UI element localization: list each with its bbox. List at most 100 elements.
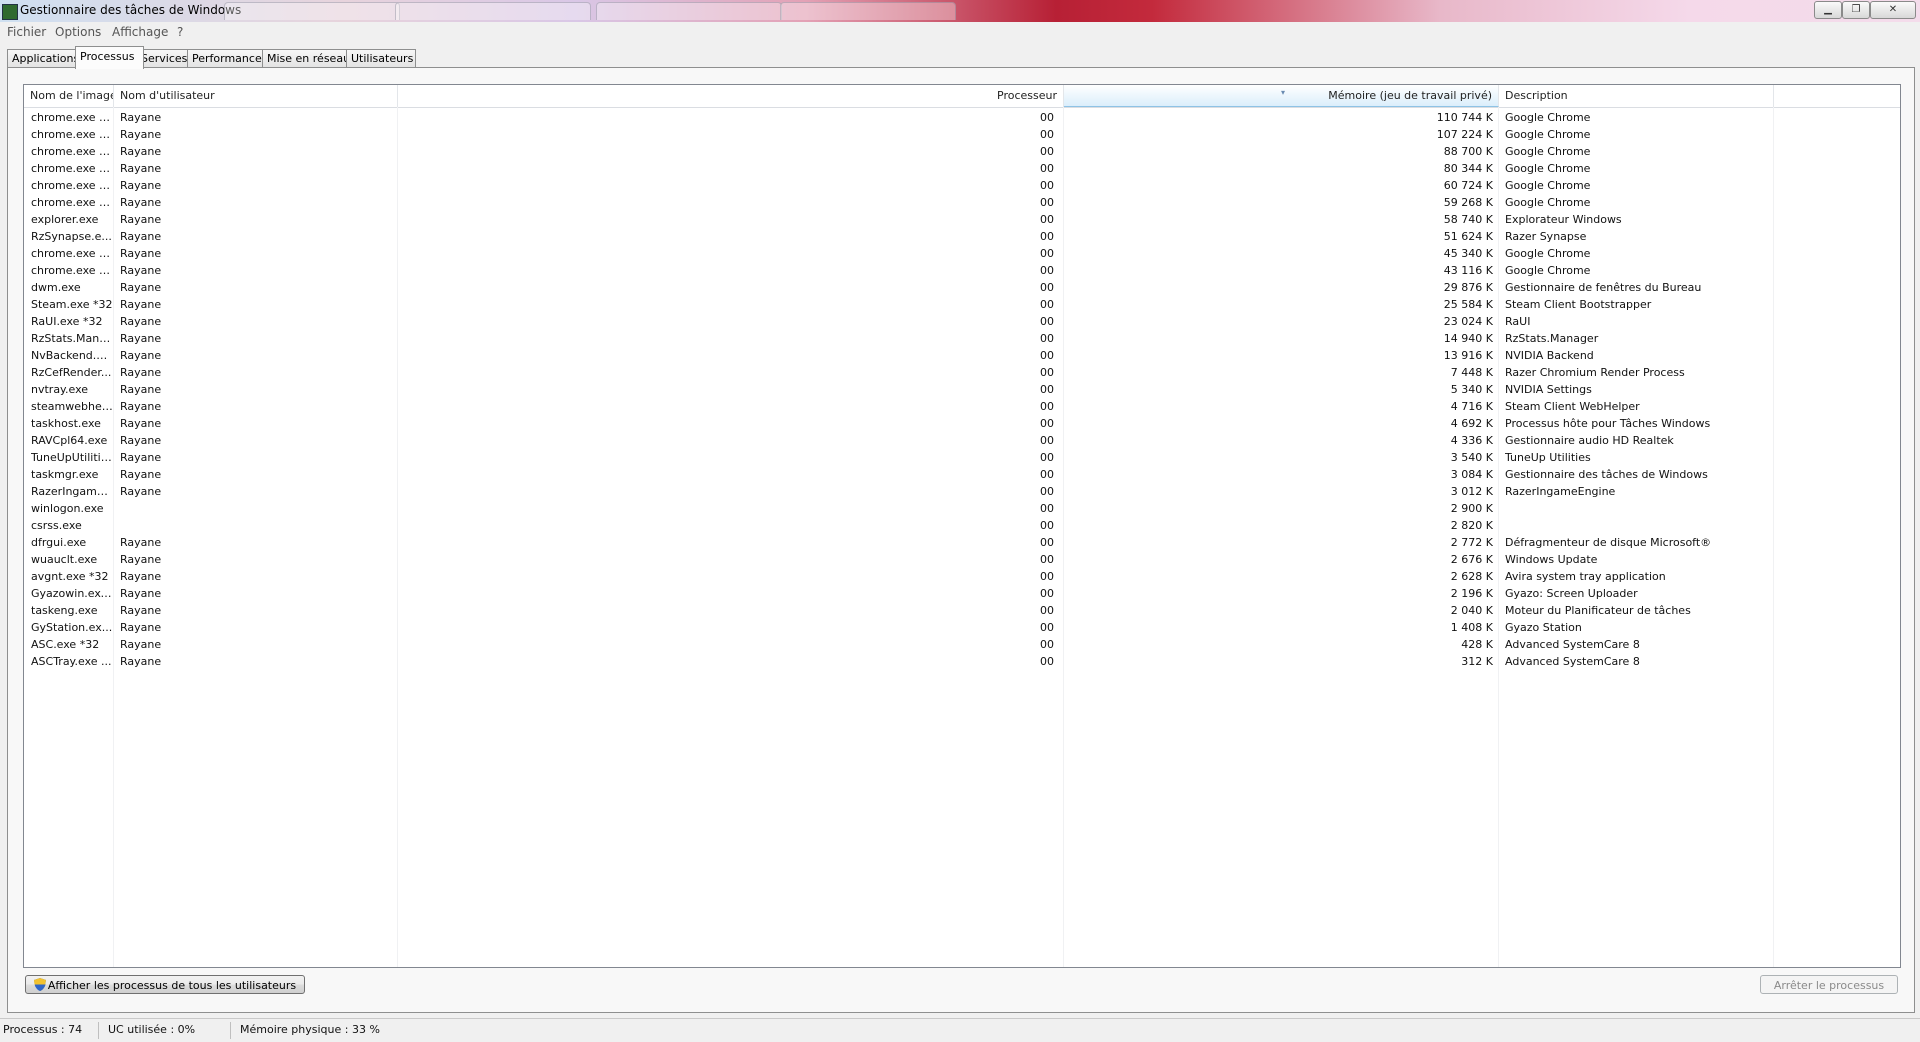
tab-utilisateurs[interactable]: Utilisateurs bbox=[346, 49, 416, 68]
process-user-name: Rayane bbox=[120, 298, 162, 311]
table-row[interactable]: Gyazowin.exe... Rayane 00 2 196 K Gyazo: Scr… bbox=[24, 585, 1900, 602]
table-row[interactable]: RzStats.Mana... Rayane 00 14 940 K RzStats.M… bbox=[24, 330, 1900, 347]
process-description: Google Chrome bbox=[1505, 247, 1591, 260]
tab-processus[interactable]: Processus bbox=[75, 46, 144, 69]
process-user-name: Rayane bbox=[120, 553, 162, 566]
table-row[interactable]: RAVCpl64.exe Rayane 00 4 336 K Gestionnaire … bbox=[24, 432, 1900, 449]
tab-performance[interactable]: Performance bbox=[187, 49, 268, 68]
table-row[interactable]: chrome.exe *32 Rayane 00 43 116 K Google Chr… bbox=[24, 262, 1900, 279]
process-image-name: RazerIngame... bbox=[31, 485, 113, 498]
title-bar[interactable]: Gestionnaire des tâches de Windows ▁ ❐ ✕ bbox=[0, 0, 1920, 22]
column-header-user-name[interactable]: Nom d'utilisateur bbox=[114, 85, 398, 107]
table-row[interactable]: chrome.exe *32 Rayane 00 45 340 K Google Chr… bbox=[24, 245, 1900, 262]
process-image-name: dwm.exe bbox=[31, 281, 81, 294]
process-cpu: 00 bbox=[1040, 655, 1054, 668]
menu-affichage[interactable]: Affichage bbox=[112, 25, 168, 39]
process-memory: 428 K bbox=[1461, 638, 1493, 651]
table-row[interactable]: taskhost.exe Rayane 00 4 692 K Processus hôt… bbox=[24, 415, 1900, 432]
tab-services[interactable]: Services bbox=[136, 49, 192, 68]
process-description: RaUI bbox=[1505, 315, 1531, 328]
table-row[interactable]: explorer.exe Rayane 00 58 740 K Explorateur … bbox=[24, 211, 1900, 228]
table-row[interactable]: chrome.exe *32 Rayane 00 60 724 K Google Chr… bbox=[24, 177, 1900, 194]
column-header-cpu[interactable]: Processeur bbox=[398, 85, 1064, 107]
column-header-description[interactable]: Description bbox=[1499, 85, 1774, 107]
status-bar: Processus : 74 UC utilisée : 0% Mémoire … bbox=[0, 1018, 1920, 1042]
process-image-name: taskmgr.exe bbox=[31, 468, 99, 481]
table-row[interactable]: dwm.exe Rayane 00 29 876 K Gestionnaire de f… bbox=[24, 279, 1900, 296]
table-row[interactable]: nvtray.exe Rayane 00 5 340 K NVIDIA Settings bbox=[24, 381, 1900, 398]
background-window-tab bbox=[224, 2, 400, 20]
process-description: Gyazo Station bbox=[1505, 621, 1582, 634]
process-cpu: 00 bbox=[1040, 434, 1054, 447]
close-button[interactable]: ✕ bbox=[1870, 1, 1916, 19]
process-image-name: chrome.exe *32 bbox=[31, 111, 113, 124]
table-row[interactable]: steamwebhel... Rayane 00 4 716 K Steam Clien… bbox=[24, 398, 1900, 415]
process-memory: 2 820 K bbox=[1450, 519, 1493, 532]
process-memory: 2 772 K bbox=[1450, 536, 1493, 549]
window-title: Gestionnaire des tâches de Windows bbox=[20, 3, 242, 17]
table-row[interactable]: csrss.exe 00 2 820 K bbox=[24, 517, 1900, 534]
process-image-name: chrome.exe *32 bbox=[31, 162, 113, 175]
process-cpu: 00 bbox=[1040, 383, 1054, 396]
process-image-name: RzCefRender... bbox=[31, 366, 112, 379]
table-row[interactable]: chrome.exe *32 Rayane 00 88 700 K Google Chr… bbox=[24, 143, 1900, 160]
process-image-name: ASCTray.exe ... bbox=[31, 655, 112, 668]
process-description: Moteur du Planificateur de tâches bbox=[1505, 604, 1691, 617]
process-description: Gestionnaire des tâches de Windows bbox=[1505, 468, 1708, 481]
process-memory: 58 740 K bbox=[1443, 213, 1493, 226]
process-cpu: 00 bbox=[1040, 230, 1054, 243]
process-cpu: 00 bbox=[1040, 570, 1054, 583]
table-row[interactable]: RaUI.exe *32 Rayane 00 23 024 K RaUI bbox=[24, 313, 1900, 330]
column-header-memory[interactable]: ▾ Mémoire (jeu de travail privé) bbox=[1064, 85, 1499, 107]
table-row[interactable]: avgnt.exe *32 Rayane 00 2 628 K Avira system… bbox=[24, 568, 1900, 585]
table-row[interactable]: GyStation.ex... Rayane 00 1 408 K Gyazo Stat… bbox=[24, 619, 1900, 636]
minimize-button[interactable]: ▁ bbox=[1814, 1, 1842, 19]
process-description: Google Chrome bbox=[1505, 196, 1591, 209]
process-description: RazerIngameEngine bbox=[1505, 485, 1616, 498]
table-row[interactable]: winlogon.exe 00 2 900 K bbox=[24, 500, 1900, 517]
process-user-name: Rayane bbox=[120, 179, 162, 192]
process-description: Explorateur Windows bbox=[1505, 213, 1622, 226]
restore-button[interactable]: ❐ bbox=[1842, 1, 1870, 19]
table-row[interactable]: RzSynapse.e... Rayane 00 51 624 K Razer Syna… bbox=[24, 228, 1900, 245]
menu-options[interactable]: Options bbox=[55, 25, 101, 39]
table-row[interactable]: taskeng.exe Rayane 00 2 040 K Moteur du Plan… bbox=[24, 602, 1900, 619]
table-row[interactable]: chrome.exe *32 Rayane 00 107 224 K Google Ch… bbox=[24, 126, 1900, 143]
table-row[interactable]: ASC.exe *32 Rayane 00 428 K Advanced SystemC… bbox=[24, 636, 1900, 653]
table-row[interactable]: Steam.exe *32 Rayane 00 25 584 K Steam Clien… bbox=[24, 296, 1900, 313]
process-user-name: Rayane bbox=[120, 111, 162, 124]
process-image-name: steamwebhel... bbox=[31, 400, 113, 413]
process-description: RzStats.Manager bbox=[1505, 332, 1599, 345]
table-row[interactable]: chrome.exe *32 Rayane 00 80 344 K Google Chr… bbox=[24, 160, 1900, 177]
table-row[interactable]: dfrgui.exe Rayane 00 2 772 K Défragmenteur d… bbox=[24, 534, 1900, 551]
table-row[interactable]: TuneUpUtilitie... Rayane 00 3 540 K TuneUp U… bbox=[24, 449, 1900, 466]
status-divider bbox=[230, 1022, 231, 1039]
table-row[interactable]: NvBackend.e... Rayane 00 13 916 K NVIDIA Bac… bbox=[24, 347, 1900, 364]
table-row[interactable]: taskmgr.exe Rayane 00 3 084 K Gestionnaire d… bbox=[24, 466, 1900, 483]
list-header: Nom de l'image Nom d'utilisateur Process… bbox=[24, 85, 1900, 108]
menu-help[interactable]: ? bbox=[177, 25, 183, 39]
tab-mise-en-reseau[interactable]: Mise en réseau bbox=[262, 49, 352, 68]
table-row[interactable]: chrome.exe *32 Rayane 00 59 268 K Google Chr… bbox=[24, 194, 1900, 211]
table-row[interactable]: ASCTray.exe ... Rayane 00 312 K Advanced Sys… bbox=[24, 653, 1900, 670]
process-memory: 4 692 K bbox=[1450, 417, 1493, 430]
table-row[interactable]: RazerIngame... Rayane 00 3 012 K RazerIngame… bbox=[24, 483, 1900, 500]
process-cpu: 00 bbox=[1040, 332, 1054, 345]
table-row[interactable]: chrome.exe *32 Rayane 00 110 744 K Google Ch… bbox=[24, 109, 1900, 126]
table-row[interactable]: RzCefRender... Rayane 00 7 448 K Razer Chrom… bbox=[24, 364, 1900, 381]
process-description: Processus hôte pour Tâches Windows bbox=[1505, 417, 1711, 430]
process-memory: 2 196 K bbox=[1450, 587, 1493, 600]
process-list[interactable]: Nom de l'image Nom d'utilisateur Process… bbox=[23, 84, 1901, 968]
end-process-button[interactable]: Arrêter le processus bbox=[1760, 975, 1898, 994]
tab-applications[interactable]: Applications bbox=[7, 49, 82, 68]
table-row[interactable]: wuauclt.exe Rayane 00 2 676 K Windows Update bbox=[24, 551, 1900, 568]
process-memory: 2 676 K bbox=[1450, 553, 1493, 566]
process-cpu: 00 bbox=[1040, 587, 1054, 600]
show-all-processes-button[interactable]: Afficher les processus de tous les utili… bbox=[25, 975, 305, 994]
menu-fichier[interactable]: Fichier bbox=[7, 25, 46, 39]
process-description bbox=[1505, 517, 1770, 534]
process-user-name: Rayane bbox=[120, 315, 162, 328]
process-description: Steam Client WebHelper bbox=[1505, 400, 1640, 413]
process-user-name bbox=[120, 517, 390, 534]
column-header-image-name[interactable]: Nom de l'image bbox=[24, 85, 114, 107]
